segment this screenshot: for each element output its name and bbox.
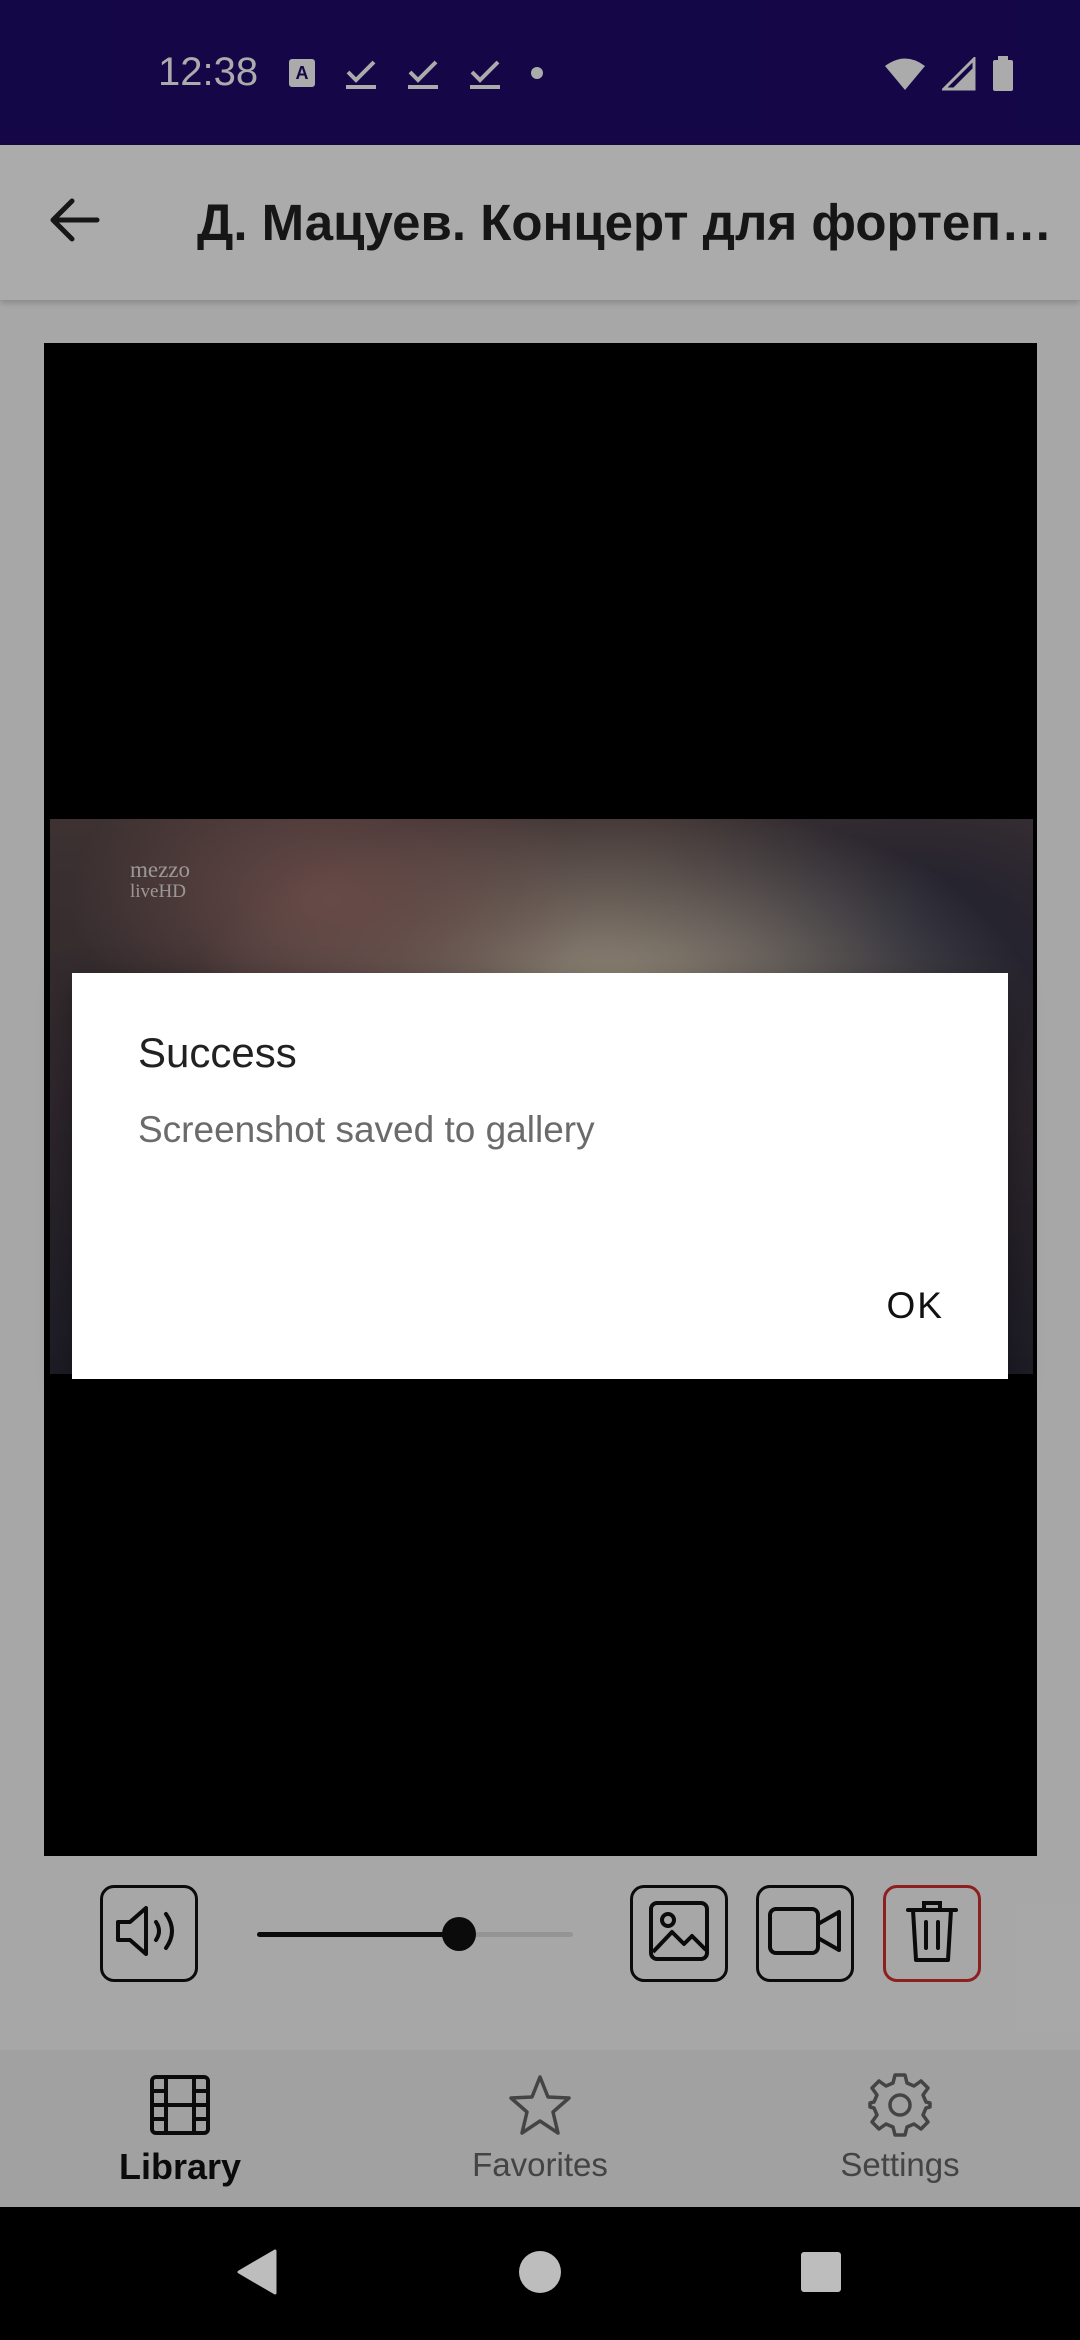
success-dialog: Success Screenshot saved to gallery OK (72, 973, 1008, 1379)
system-navigation-bar (0, 2207, 1080, 2340)
recents-square-icon (800, 2251, 842, 2298)
system-back-button[interactable] (221, 2239, 291, 2309)
dialog-message: Screenshot saved to gallery (138, 1109, 595, 1150)
system-home-button[interactable] (505, 2239, 575, 2309)
home-circle-icon (517, 2249, 563, 2300)
ok-button[interactable]: OK (879, 1281, 952, 1331)
dialog-title: Success (138, 1029, 297, 1076)
back-triangle-icon (233, 2247, 279, 2302)
screen: 12:38 A Д. Мацуев. Концерт для фортепиа … (0, 0, 1080, 2340)
system-recents-button[interactable] (786, 2239, 856, 2309)
